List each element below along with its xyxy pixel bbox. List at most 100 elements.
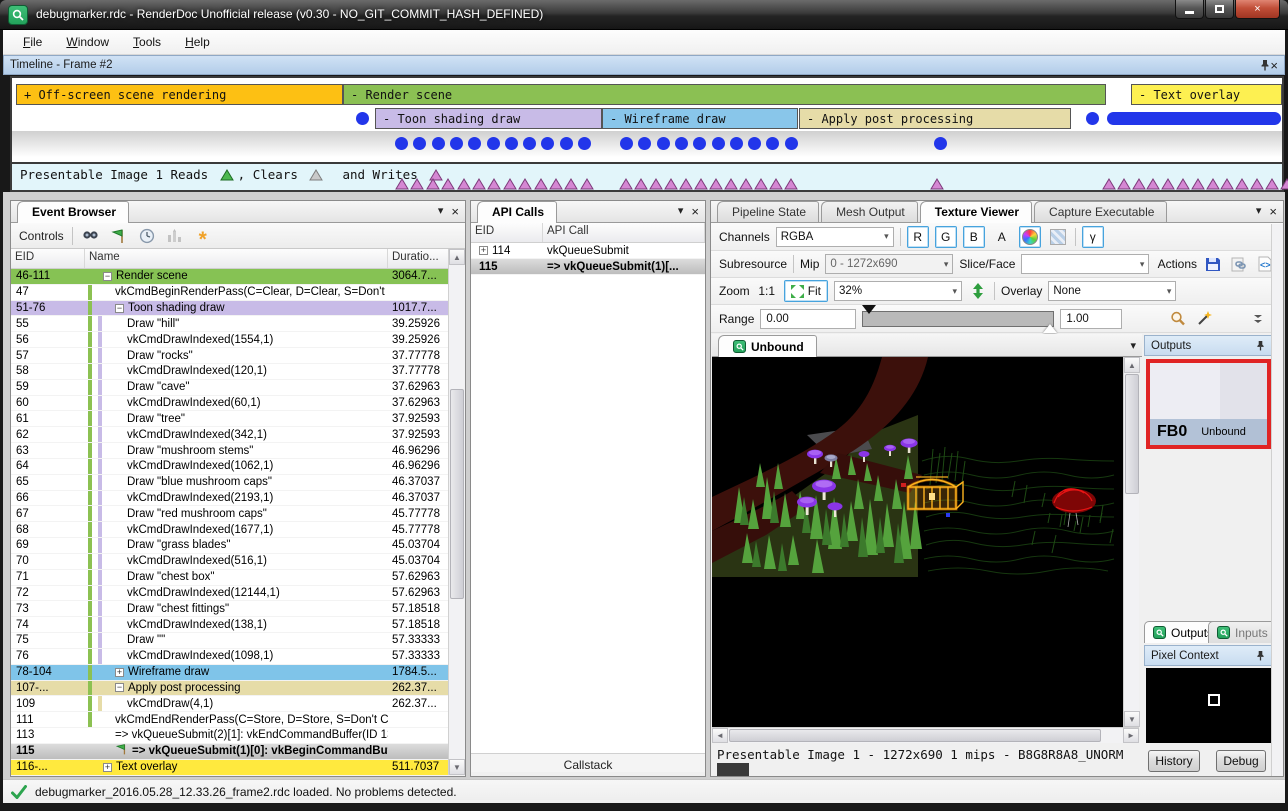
tab-mesh-output[interactable]: Mesh Output bbox=[821, 201, 918, 222]
event-row[interactable]: 60vkCmdDrawIndexed(60,1)37.62963 bbox=[11, 396, 465, 412]
slice-face-select[interactable]: ▾ bbox=[1021, 254, 1149, 274]
tab-inputs[interactable]: Inputs bbox=[1208, 621, 1277, 643]
timeline-marker-bar[interactable]: - Render scene bbox=[343, 84, 1106, 105]
event-row[interactable]: 111vkCmdEndRenderPass(C=Store, D=Store, … bbox=[11, 712, 465, 728]
event-row[interactable]: 71Draw "chest box"57.62963 bbox=[11, 570, 465, 586]
link-icon[interactable] bbox=[1229, 254, 1249, 274]
event-row[interactable]: 58vkCmdDrawIndexed(120,1)37.77778 bbox=[11, 364, 465, 380]
timeline-marker-bar[interactable]: - Toon shading draw bbox=[375, 108, 602, 129]
event-row[interactable]: 65Draw "blue mushroom caps"46.37037 bbox=[11, 475, 465, 491]
event-row[interactable]: 61Draw "tree"37.92593 bbox=[11, 411, 465, 427]
close-icon[interactable]: × bbox=[1270, 59, 1278, 72]
tab-capture-executable[interactable]: Capture Executable bbox=[1034, 201, 1167, 222]
tab-pipeline-state[interactable]: Pipeline State bbox=[717, 201, 819, 222]
event-row[interactable]: 56vkCmdDrawIndexed(1554,1)39.25926 bbox=[11, 332, 465, 348]
event-row[interactable]: 109vkCmdDraw(4,1)262.37... bbox=[11, 696, 465, 712]
event-browser-scrollbar[interactable]: ▲ ▼ bbox=[448, 249, 465, 775]
toolbar-overflow-icon[interactable] bbox=[1248, 309, 1268, 329]
timeline-marker-bar[interactable]: - Wireframe draw bbox=[602, 108, 798, 129]
api-call-row[interactable]: 115=> vkQueueSubmit(1)[... bbox=[471, 259, 705, 275]
timeline-marker-bar[interactable]: + Off-screen scene rendering bbox=[16, 84, 343, 105]
event-row[interactable]: 73Draw "chest fittings"57.18518 bbox=[11, 601, 465, 617]
maximize-button[interactable] bbox=[1205, 0, 1234, 19]
bookmark-star-icon[interactable]: * bbox=[193, 226, 213, 246]
collapse-icon[interactable]: − bbox=[103, 272, 112, 281]
close-icon[interactable]: × bbox=[451, 205, 459, 218]
event-row[interactable]: 57Draw "rocks"37.77778 bbox=[11, 348, 465, 364]
channels-select[interactable]: RGBA▾ bbox=[776, 227, 894, 247]
auto-range-wand-icon[interactable] bbox=[1194, 309, 1214, 329]
event-row[interactable]: 116-...+Text overlay511.7037 bbox=[11, 760, 465, 776]
event-row[interactable]: 51-76−Toon shading draw1017.7... bbox=[11, 301, 465, 317]
close-button[interactable]: × bbox=[1235, 0, 1280, 19]
timeline-panel[interactable]: Presentable Image 1 Reads , Clears and W… bbox=[10, 76, 1284, 192]
range-slider[interactable] bbox=[862, 311, 1054, 327]
title-bar[interactable]: debugmarker.rdc - RenderDoc Unofficial r… bbox=[0, 0, 1288, 30]
event-row[interactable]: 68vkCmdDrawIndexed(1677,1)45.77778 bbox=[11, 522, 465, 538]
event-row[interactable]: 69Draw "grass blades"45.03704 bbox=[11, 538, 465, 554]
time-draws-icon[interactable] bbox=[137, 226, 157, 246]
event-row[interactable]: 63Draw "mushroom stems"46.96296 bbox=[11, 443, 465, 459]
menu-window[interactable]: Window bbox=[54, 32, 121, 52]
event-row[interactable]: 115=> vkQueueSubmit(1)[0]: vkBeginComman… bbox=[11, 744, 465, 760]
panel-scrollbar[interactable] bbox=[1271, 224, 1283, 776]
tab-unbound-texture[interactable]: Unbound bbox=[718, 335, 817, 357]
pin-icon[interactable] bbox=[1256, 340, 1265, 351]
event-row[interactable]: 113=> vkQueueSubmit(2)[1]: vkEndCommandB… bbox=[11, 728, 465, 744]
dock-menu-icon[interactable]: ▾ bbox=[438, 206, 444, 217]
callstack-label[interactable]: Callstack bbox=[471, 753, 705, 772]
api-call-row[interactable]: +114vkQueueSubmit bbox=[471, 243, 705, 259]
event-row[interactable]: 75Draw ""57.33333 bbox=[11, 633, 465, 649]
event-row[interactable]: 107-...−Apply post processing262.37... bbox=[11, 681, 465, 697]
fit-button[interactable]: Fit bbox=[784, 280, 828, 302]
event-row[interactable]: 74vkCmdDrawIndexed(138,1)57.18518 bbox=[11, 617, 465, 633]
range-min-field[interactable]: 0.00 bbox=[760, 309, 856, 329]
alpha-background-button[interactable] bbox=[1047, 226, 1069, 248]
event-row[interactable]: 76vkCmdDrawIndexed(1098,1)57.33333 bbox=[11, 649, 465, 665]
pin-icon[interactable] bbox=[1260, 59, 1270, 71]
menu-tools[interactable]: Tools bbox=[121, 32, 173, 52]
autofit-zoom-icon[interactable] bbox=[1168, 309, 1188, 329]
texture-vscrollbar[interactable]: ▲▼ bbox=[1123, 357, 1139, 727]
minimize-button[interactable] bbox=[1175, 0, 1204, 19]
tab-event-browser[interactable]: Event Browser bbox=[17, 201, 129, 223]
tab-api-calls[interactable]: API Calls bbox=[477, 201, 557, 223]
close-icon[interactable]: × bbox=[1269, 205, 1277, 218]
red-channel-button[interactable]: R bbox=[907, 226, 929, 248]
event-row[interactable]: 62vkCmdDrawIndexed(342,1)37.92593 bbox=[11, 427, 465, 443]
alpha-channel-button[interactable]: A bbox=[991, 226, 1013, 248]
mip-select[interactable]: 0 - 1272x690▾ bbox=[825, 254, 953, 274]
save-icon[interactable] bbox=[1203, 254, 1223, 274]
texture-hscrollbar[interactable]: ◄ ► bbox=[712, 727, 1139, 743]
expand-icon[interactable]: + bbox=[479, 246, 488, 255]
event-row[interactable]: 67Draw "red mushroom caps"45.77778 bbox=[11, 506, 465, 522]
dock-menu-icon[interactable]: ▾ bbox=[678, 206, 684, 217]
history-button[interactable]: History bbox=[1148, 750, 1200, 772]
jump-to-eid-icon[interactable] bbox=[109, 226, 129, 246]
event-row[interactable]: 47vkCmdBeginRenderPass(C=Clear, D=Clear,… bbox=[11, 285, 465, 301]
event-row[interactable]: 78-104+Wireframe draw1784.5... bbox=[11, 665, 465, 681]
dock-menu-icon[interactable]: ▾ bbox=[1256, 206, 1262, 217]
zoom-1to1-button[interactable]: 1:1 bbox=[756, 280, 778, 302]
timeline-marker-bar[interactable]: - Apply post processing bbox=[799, 108, 1071, 129]
event-row[interactable]: 64vkCmdDrawIndexed(1062,1)46.96296 bbox=[11, 459, 465, 475]
menu-file[interactable]: File bbox=[11, 32, 54, 52]
event-row[interactable]: 46-111−Render scene3064.7... bbox=[11, 269, 465, 285]
tab-texture-viewer[interactable]: Texture Viewer bbox=[920, 201, 1032, 223]
green-channel-button[interactable]: G bbox=[935, 226, 957, 248]
expand-icon[interactable]: + bbox=[115, 668, 124, 677]
debug-button[interactable]: Debug bbox=[1216, 750, 1266, 772]
find-icon[interactable] bbox=[81, 226, 101, 246]
event-row[interactable]: 59Draw "cave"37.62963 bbox=[11, 380, 465, 396]
collapse-icon[interactable]: − bbox=[115, 304, 124, 313]
collapse-icon[interactable]: − bbox=[115, 683, 124, 692]
texture-list-dropdown-icon[interactable]: ▾ bbox=[1130, 341, 1136, 352]
event-row[interactable]: 66vkCmdDrawIndexed(2193,1)46.37037 bbox=[11, 491, 465, 507]
timeline-marker-bar[interactable]: - Text overlay bbox=[1131, 84, 1282, 105]
texture-viewport[interactable] bbox=[712, 357, 1123, 727]
gamma-button[interactable]: γ bbox=[1082, 226, 1104, 248]
expand-icon[interactable]: + bbox=[103, 763, 112, 772]
flip-y-icon[interactable] bbox=[968, 281, 988, 301]
fb0-thumbnail[interactable]: FB0 Unbound bbox=[1146, 359, 1271, 449]
event-row[interactable]: 72vkCmdDrawIndexed(12144,1)57.62963 bbox=[11, 586, 465, 602]
